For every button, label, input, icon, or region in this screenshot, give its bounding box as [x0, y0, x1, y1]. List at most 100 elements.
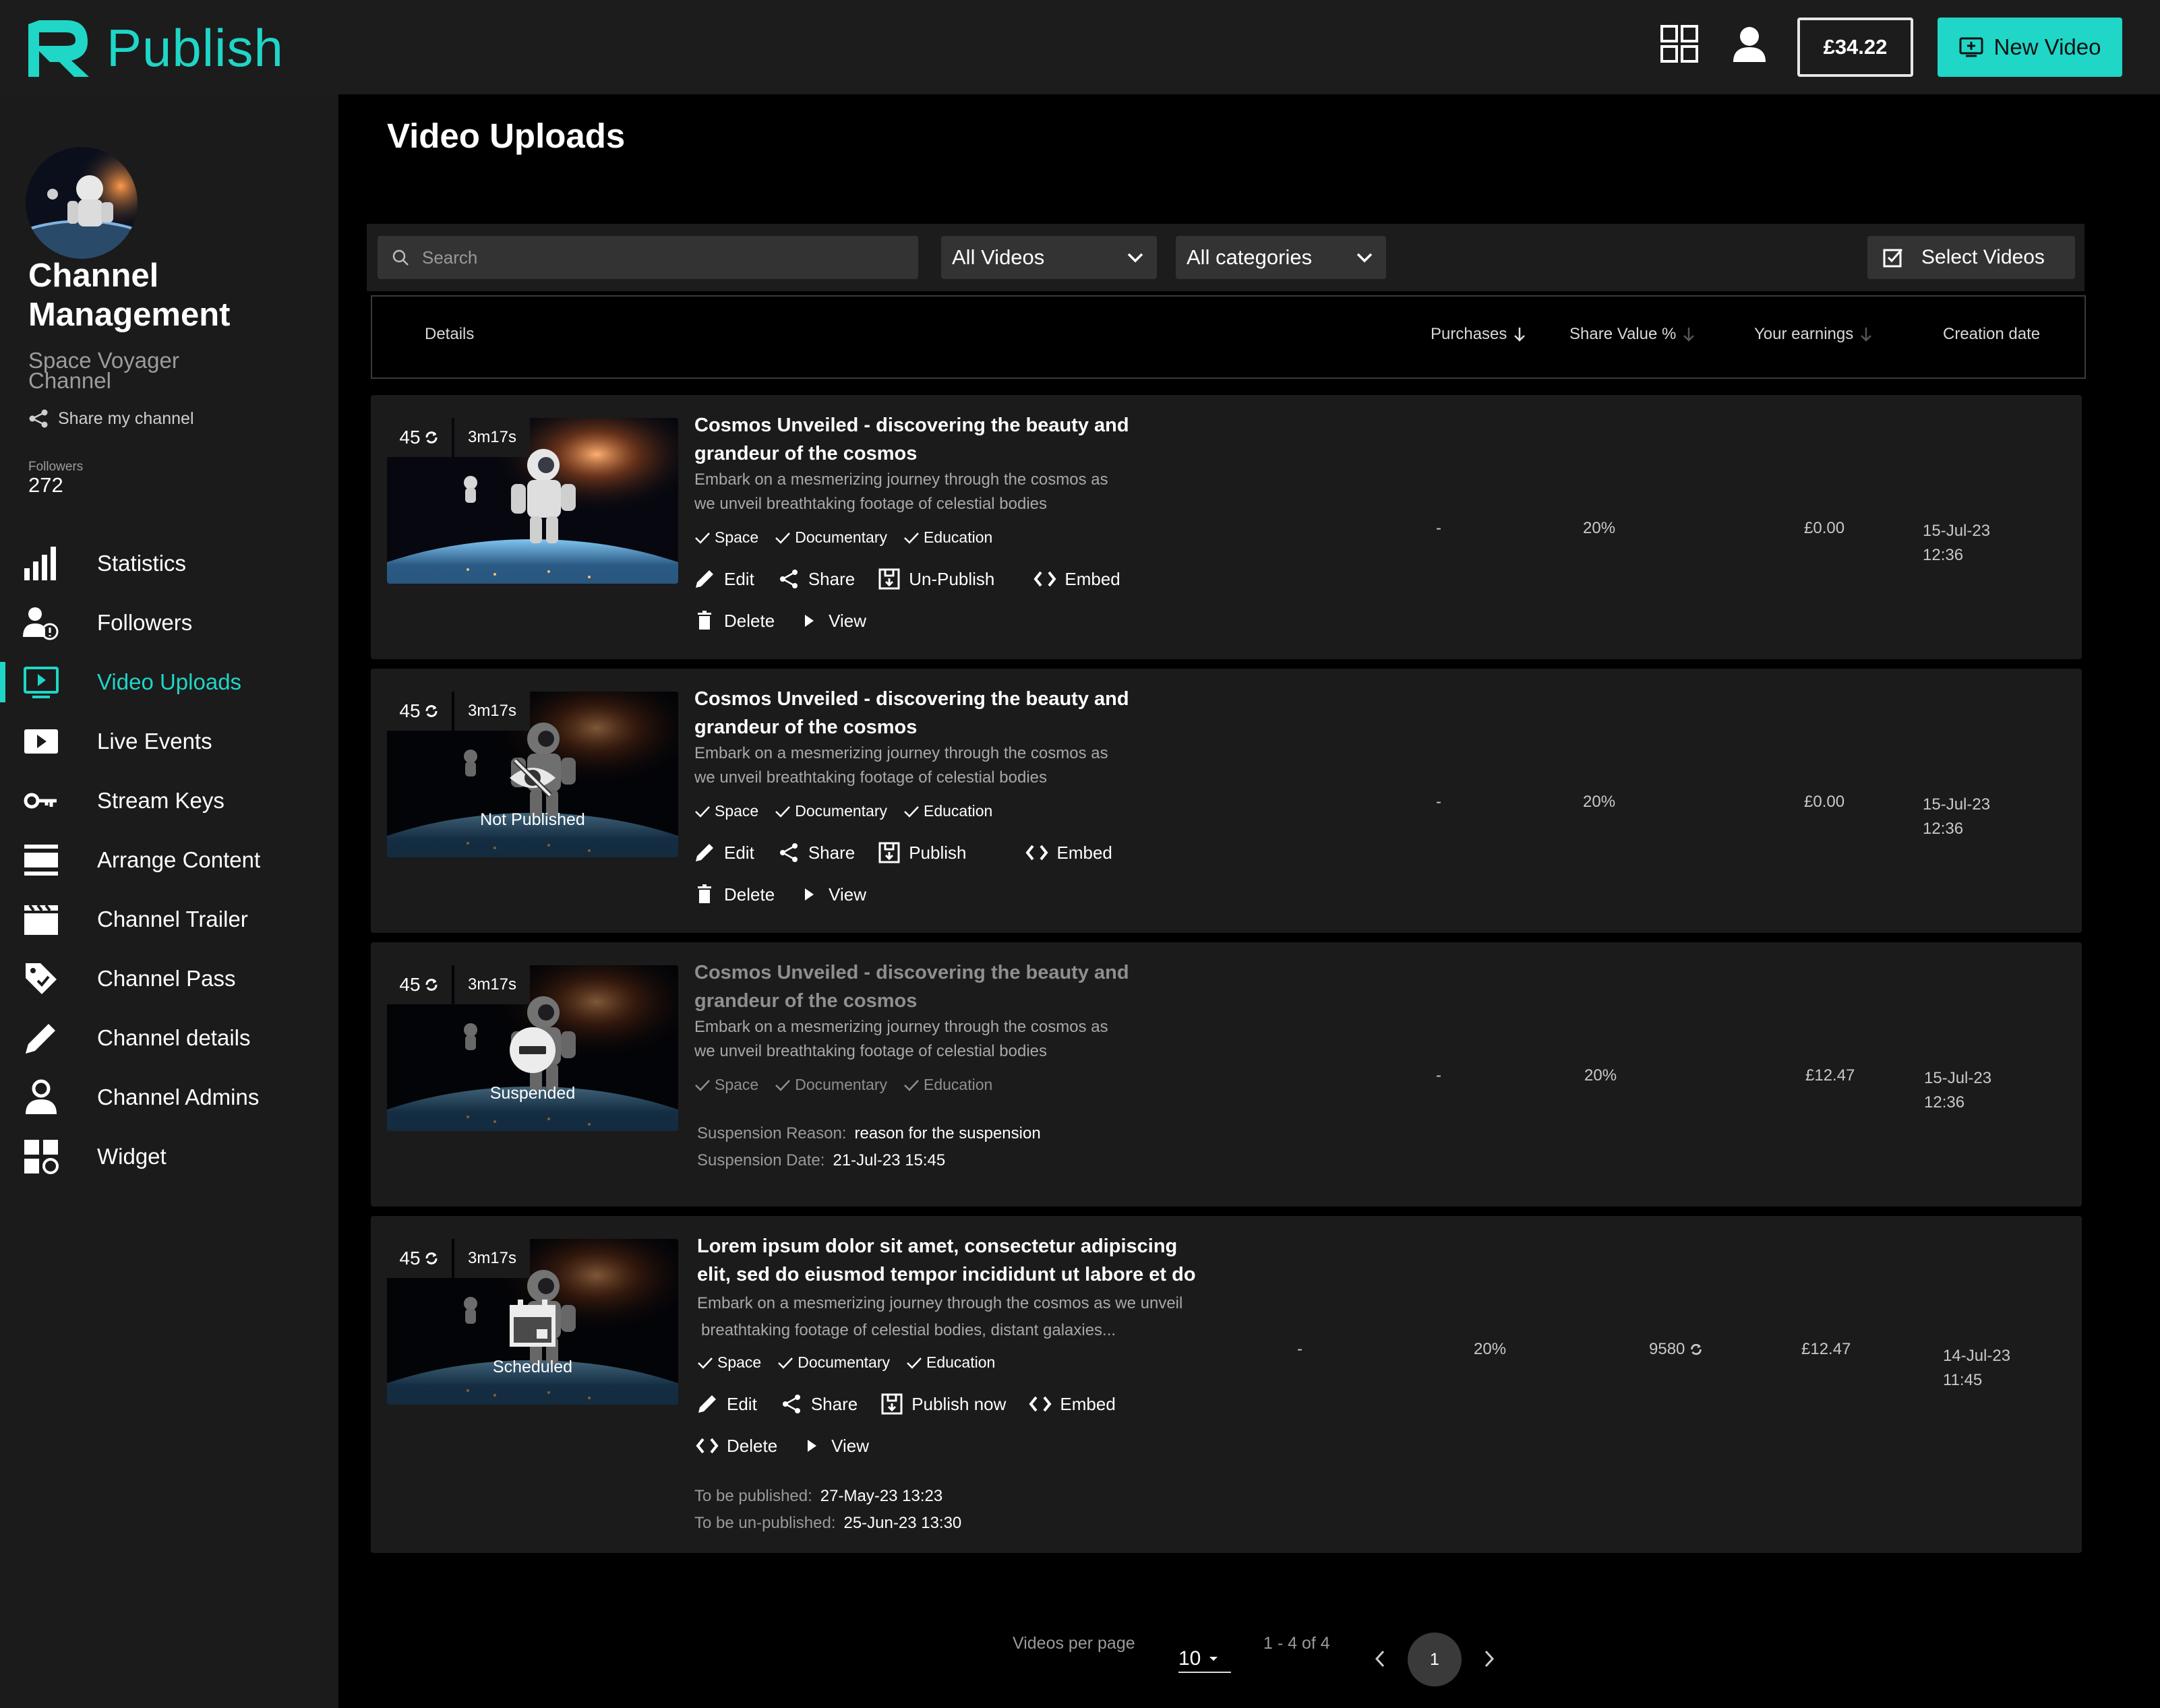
share-button[interactable]: Share [780, 1393, 858, 1415]
play-icon [805, 615, 814, 627]
search-box[interactable] [378, 236, 918, 279]
pencil-icon [696, 570, 713, 588]
delete-button[interactable]: Delete [693, 609, 775, 632]
video-thumbnail[interactable]: 45 3m17s Scheduled [387, 1239, 678, 1405]
chevron-left-icon[interactable] [1371, 1649, 1389, 1669]
chevron-right-icon[interactable] [1480, 1649, 1498, 1669]
delete-button[interactable]: Delete [696, 1434, 777, 1457]
sidebar-item-channel-admins[interactable]: Channel Admins [0, 1068, 338, 1127]
filter-bar: All Videos All categories Select Videos [367, 224, 2084, 291]
video-title[interactable]: Cosmos Unveiled - discovering the beauty… [694, 958, 1180, 1015]
column-earnings[interactable]: Your earnings [1754, 325, 1873, 344]
check-icon [778, 1357, 793, 1369]
table-row: 45 3m17s Scheduled Lorem ipsum dolor sit… [371, 1216, 2082, 1553]
check-icon [775, 532, 791, 544]
sidebar-item-arrange-content[interactable]: Arrange Content [0, 830, 338, 890]
admin-icon [26, 1079, 57, 1114]
sidebar-item-live-events[interactable]: Live Events [0, 712, 338, 771]
status-label: Not Published [480, 810, 585, 829]
edit-button[interactable]: Edit [693, 841, 754, 864]
count-badge: 45 [387, 1239, 452, 1278]
count-badge: 45 [387, 692, 452, 731]
grid-icon[interactable] [1660, 24, 1699, 63]
page-button-current[interactable]: 1 [1408, 1633, 1462, 1686]
sidebar-item-statistics[interactable]: Statistics [0, 534, 338, 593]
view-button[interactable]: View [798, 609, 866, 632]
tag-list: Space Documentary Education [694, 528, 992, 547]
embed-button[interactable]: Embed [1025, 841, 1112, 864]
sidebar-item-video-uploads[interactable]: Video Uploads [0, 652, 338, 712]
view-button[interactable]: View [800, 1434, 869, 1457]
video-title[interactable]: Lorem ipsum dolor sit amet, consectetur … [697, 1232, 1209, 1289]
video-description: Embark on a mesmerizing journey through … [694, 1018, 1108, 1060]
count-badge: 45 [387, 418, 452, 457]
share-button[interactable]: Share [777, 841, 855, 864]
video-thumbnail[interactable]: 45 3m17s [387, 418, 678, 584]
sidebar-item-followers[interactable]: Followers [0, 593, 338, 652]
purchases-cell: - [1436, 1066, 1441, 1085]
checkbox-icon [1883, 249, 1903, 268]
publish-button[interactable]: Publish [878, 841, 966, 864]
check-icon [904, 1079, 919, 1091]
publish-icon [878, 568, 900, 590]
balance-button[interactable]: £34.22 [1797, 18, 1913, 77]
tag-list: Space Documentary Education [697, 1353, 995, 1372]
new-video-button[interactable]: New Video [1938, 18, 2122, 77]
delete-button[interactable]: Delete [693, 883, 775, 906]
sidebar-item-stream-keys[interactable]: Stream Keys [0, 771, 338, 830]
search-icon [392, 249, 409, 266]
sidebar-item-widget[interactable]: Widget [0, 1127, 338, 1186]
logo[interactable]: Publish [27, 18, 284, 79]
unpublish-button[interactable]: Un-Publish [878, 568, 994, 590]
sidebar-item-channel-details[interactable]: Channel details [0, 1008, 338, 1068]
duration-badge: 3m17s [454, 965, 530, 1004]
row-actions: Edit Share Un-Publish Embed [693, 568, 1143, 590]
check-icon [904, 805, 919, 818]
refresh-icon [425, 431, 438, 444]
sort-down-icon [1514, 328, 1526, 342]
trash-icon [698, 611, 711, 630]
sidebar-item-channel-trailer[interactable]: Channel Trailer [0, 890, 338, 949]
new-video-label: New Video [1993, 34, 2101, 59]
videos-filter-select[interactable]: All Videos [941, 236, 1157, 279]
share-button[interactable]: Share [777, 568, 855, 590]
sort-down-icon [1861, 328, 1872, 342]
minus-circle-icon [510, 1027, 556, 1073]
table-header: Details Purchases Share Value % Your ear… [371, 295, 2086, 379]
column-creation-date[interactable]: Creation date [1943, 325, 2040, 344]
code-icon [1025, 845, 1049, 861]
user-icon[interactable] [1730, 24, 1769, 63]
avatar[interactable] [26, 147, 138, 259]
sidebar-title: Channel Management [28, 257, 231, 333]
per-page-select[interactable]: 10 [1178, 1646, 1231, 1673]
video-title[interactable]: Cosmos Unveiled - discovering the beauty… [694, 685, 1180, 741]
publish-now-button[interactable]: Publish now [880, 1393, 1006, 1415]
edit-button[interactable]: Edit [693, 568, 754, 590]
search-input[interactable] [422, 247, 894, 268]
edit-button[interactable]: Edit [696, 1393, 757, 1415]
per-page-label: Videos per page [1013, 1634, 1135, 1653]
share-value-cell: 20% [1583, 793, 1616, 811]
duration-badge: 3m17s [454, 418, 530, 457]
check-icon [695, 1079, 710, 1091]
video-title[interactable]: Cosmos Unveiled - discovering the beauty… [694, 411, 1180, 468]
share-channel-link[interactable]: Share my channel [28, 408, 194, 429]
sidebar-item-channel-pass[interactable]: Channel Pass [0, 949, 338, 1008]
column-purchases[interactable]: Purchases [1431, 325, 1527, 344]
view-button[interactable]: View [798, 883, 866, 906]
share-value-cell: 20% [1583, 519, 1616, 537]
code-icon [696, 1438, 719, 1454]
embed-button[interactable]: Embed [1033, 568, 1120, 590]
column-share-value[interactable]: Share Value % [1569, 325, 1696, 344]
video-thumbnail[interactable]: 45 3m17s Not Published [387, 692, 678, 857]
embed-button[interactable]: Embed [1029, 1393, 1116, 1415]
earnings-cell: £0.00 [1804, 793, 1845, 811]
select-videos-button[interactable]: Select Videos [1867, 236, 2075, 279]
clapperboard-icon [24, 904, 58, 935]
video-thumbnail[interactable]: 45 3m17s Suspended [387, 965, 678, 1131]
refresh-icon [1691, 1343, 1702, 1355]
refresh-icon [425, 1252, 438, 1264]
page-title: Video Uploads [387, 117, 626, 155]
categories-filter-select[interactable]: All categories [1176, 236, 1386, 279]
sidebar: Channel Management Space Voyager Channel… [0, 94, 338, 1708]
